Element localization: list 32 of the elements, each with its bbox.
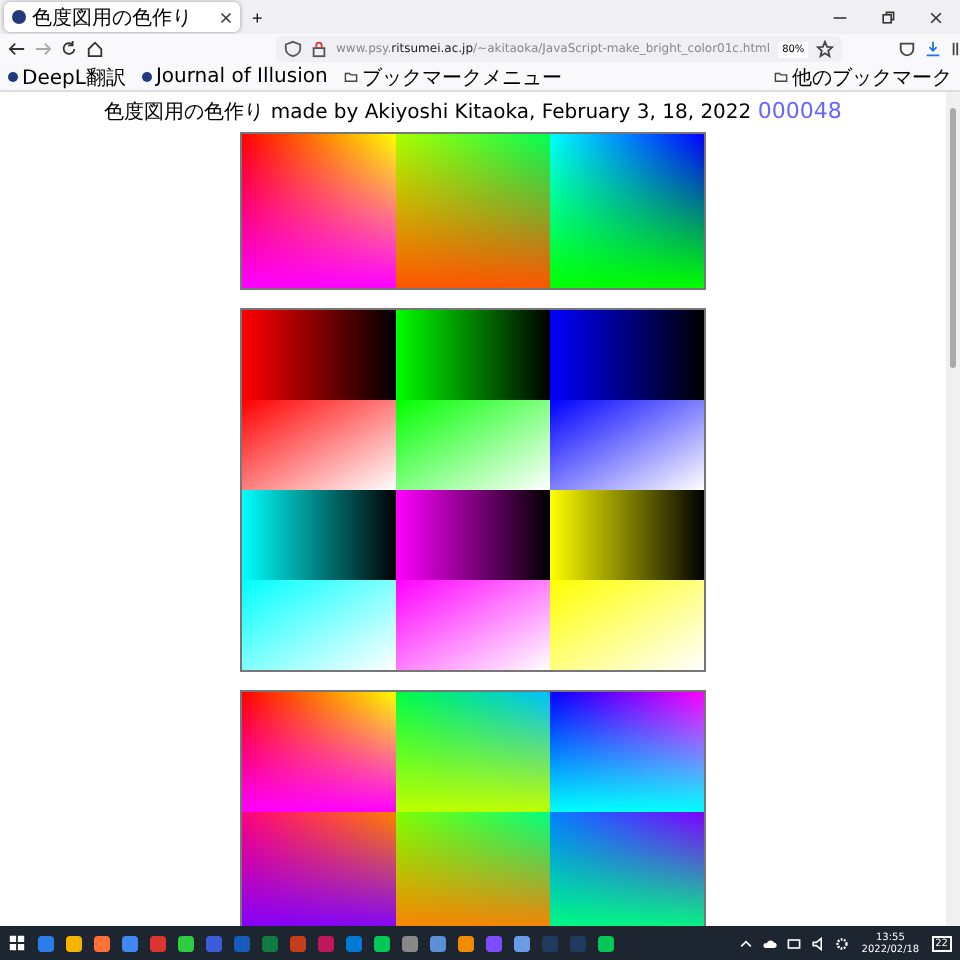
speaker-icon[interactable] [809,935,826,951]
bookmark-item[interactable]: Journal of Illusion [141,66,328,88]
cloud-icon[interactable] [761,935,778,951]
lock-icon [310,40,328,58]
scrollbar[interactable] [946,92,960,926]
chevron-up-icon[interactable] [737,935,754,951]
folder-icon [343,70,358,84]
site-favicon-icon [8,72,18,82]
browser-tab[interactable]: 色度図用の色作り [4,2,240,32]
site-favicon-icon [141,72,152,82]
download-icon[interactable] [924,40,943,58]
bookmark-item[interactable]: DeepL翻訳 [8,63,126,91]
shield-icon [284,40,302,58]
tab-title: 色度図用の色作り [32,5,192,31]
settings-icon[interactable] [833,935,850,951]
visit-counter: 000048 [757,98,842,124]
close-icon[interactable] [928,9,944,25]
restore-icon[interactable] [880,9,896,25]
home-icon[interactable] [86,40,104,58]
back-arrow-icon[interactable] [8,40,26,58]
page-title: 色度図用の色作り made by Akiyoshi Kitaoka, February 3, 18, 2022 [104,102,752,124]
star-icon[interactable] [816,40,835,58]
reload-icon[interactable] [60,40,78,58]
site-favicon-icon [12,10,26,24]
bookmark-item[interactable]: 他のブックマーク [774,63,952,91]
folder-icon [774,70,788,84]
pocket-icon[interactable] [898,40,917,58]
bookmark-item[interactable]: ブックマークメニュー [343,63,562,91]
close-icon[interactable] [220,11,232,23]
windows-start-icon[interactable] [8,934,26,952]
new-tab-button[interactable]: + [240,7,275,27]
monitor-icon[interactable] [785,935,802,951]
